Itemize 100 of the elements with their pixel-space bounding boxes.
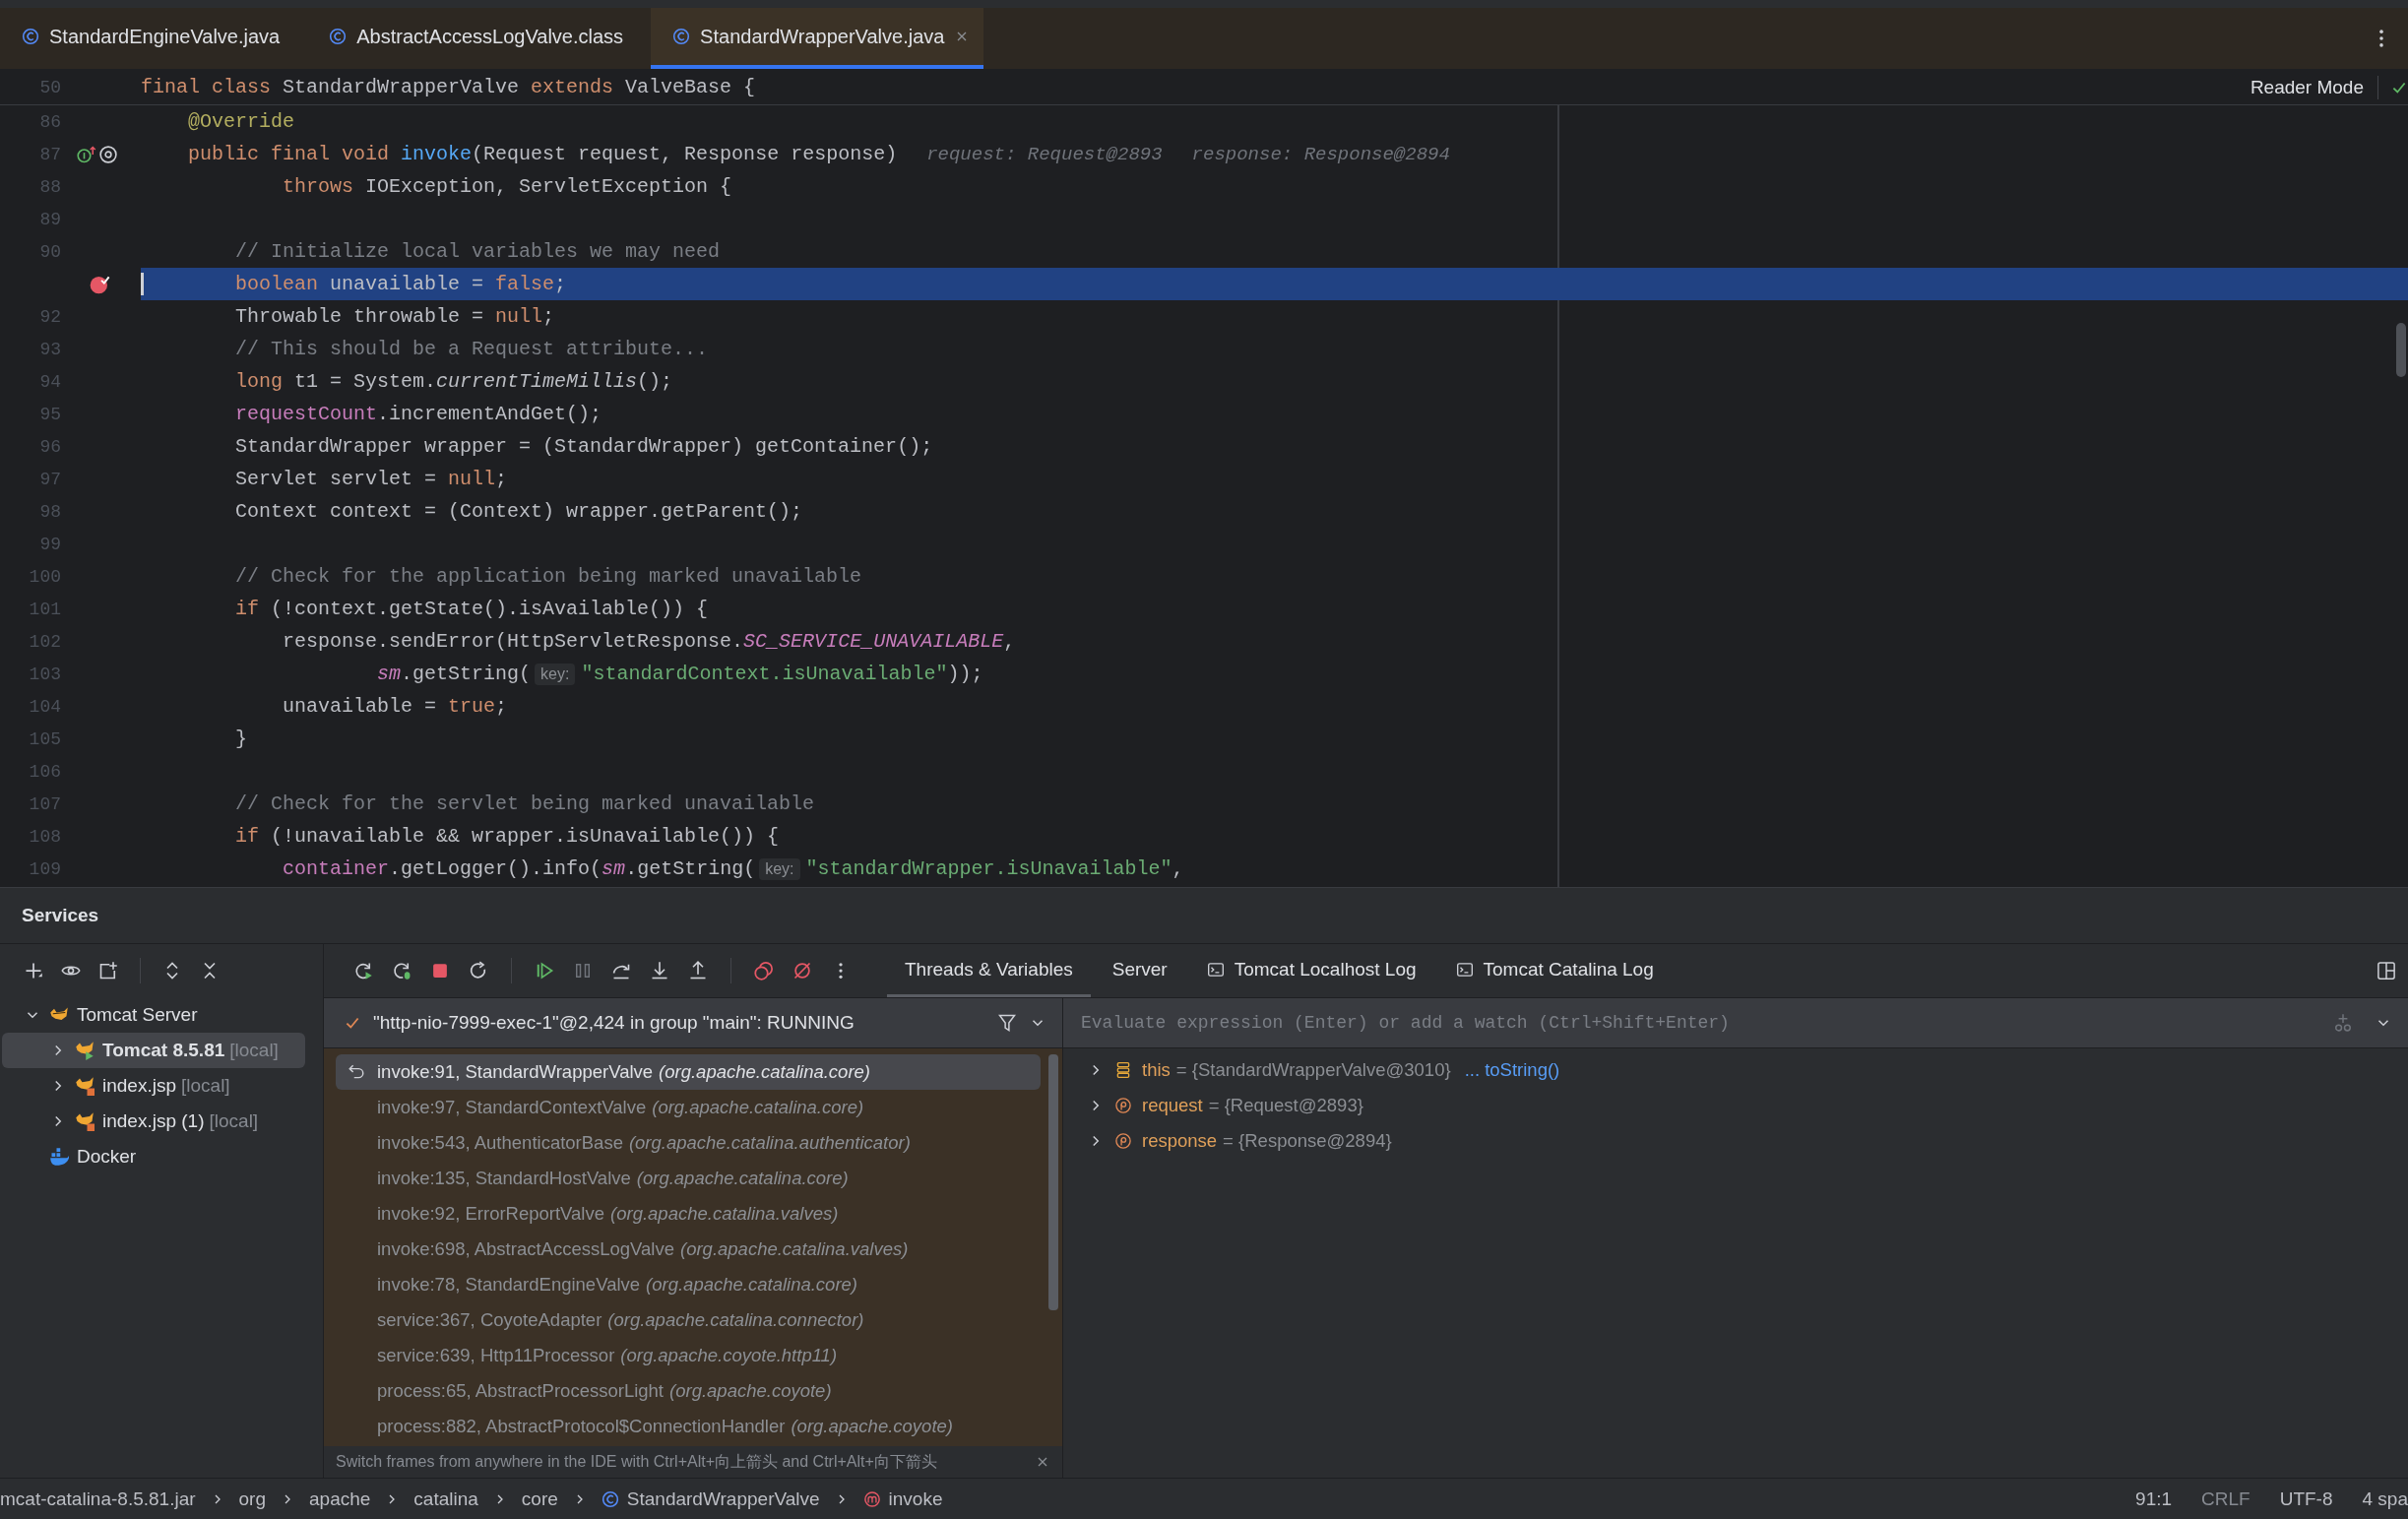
panel-tab[interactable]: Tomcat Localhost Log: [1188, 944, 1434, 997]
breadcrumb[interactable]: mcat-catalina-8.5.81.jar: [0, 1487, 196, 1510]
inlay-hint: response: Response@2894: [1191, 143, 1450, 165]
restart-icon[interactable]: [469, 961, 488, 981]
code-text: if (!unavailable && wrapper.isUnavailable()) {: [235, 825, 780, 848]
breadcrumb[interactable]: core: [521, 1487, 558, 1510]
tree-item[interactable]: Tomcat Server: [2, 997, 305, 1033]
new-tab-icon[interactable]: [98, 961, 118, 981]
stop-icon[interactable]: [430, 961, 450, 981]
method-icon: [862, 1489, 881, 1508]
parameter-hint: key:: [535, 663, 576, 685]
stack-frame[interactable]: service:367, CoyoteAdapter (org.apache.catalina.connector): [336, 1302, 1041, 1338]
scrollbar-thumb[interactable]: [1048, 1054, 1058, 1310]
breadcrumb[interactable]: org: [238, 1487, 266, 1510]
class-icon: [672, 28, 691, 45]
return-arrow-icon: [348, 1063, 365, 1081]
tree-item[interactable]: Docker: [2, 1139, 305, 1174]
editor-tab[interactable]: StandardWrapperValve.java: [651, 8, 984, 69]
code-text: // Initialize local variables we may need: [235, 240, 721, 263]
layout-icon[interactable]: [2376, 961, 2396, 981]
parameter-icon: [1114, 1097, 1132, 1114]
code-text: response.sendError(HttpServletResponse.SC_SERVICE_UNAVAILABLE,: [283, 630, 1016, 653]
variable-name: response: [1142, 1130, 1218, 1152]
evaluate-field[interactable]: Evaluate expression (Enter) or add a watch (Ctrl+Shift+Enter): [1063, 997, 2408, 1048]
tree-item[interactable]: index.jsp [local]: [2, 1068, 305, 1104]
breadcrumb[interactable]: StandardWrapperValve: [601, 1487, 820, 1510]
stack-frame[interactable]: invoke:135, StandardHostValve (org.apache.catalina.core): [336, 1161, 1041, 1196]
expression-field[interactable]: Evaluate expression (Enter) or add a watch (Ctrl+Shift+Enter): [1081, 1013, 2312, 1033]
filter-icon[interactable]: [997, 1013, 1017, 1033]
stack-frame[interactable]: process:65, AbstractProcessorLight (org.apache.coyote): [336, 1373, 1041, 1409]
console-icon: [1206, 960, 1225, 979]
file-encoding[interactable]: UTF-8: [2279, 1487, 2333, 1510]
code-text: Servlet servlet = null;: [235, 468, 508, 490]
pause-icon[interactable]: [573, 961, 593, 981]
hint-text: Switch frames from anywhere in the IDE with Ctrl+Alt+向上箭头 and Ctrl+Alt+向下箭头: [336, 1451, 937, 1472]
stack-frame[interactable]: invoke:97, StandardContextValve (org.apache.catalina.core): [336, 1090, 1041, 1125]
code-text: requestCount.incrementAndGet();: [235, 403, 602, 425]
line-separator[interactable]: CRLF: [2201, 1487, 2250, 1510]
code-text: unavailable = true;: [283, 695, 508, 718]
panel-tab[interactable]: Tomcat Catalina Log: [1437, 944, 1672, 997]
indent-setting[interactable]: 4 spa: [2362, 1487, 2408, 1510]
code-text: @Override: [188, 110, 295, 133]
code-text: final class StandardWrapperValve extends ValveBase {: [141, 76, 756, 98]
breadcrumb[interactable]: invoke: [862, 1487, 943, 1510]
console-icon: [1455, 960, 1474, 979]
parameter-hint: key:: [759, 857, 800, 880]
editor-tab[interactable]: StandardEngineValve.java: [0, 8, 308, 69]
variable-value: = {Response@2894}: [1223, 1130, 1392, 1152]
stack-frame[interactable]: process:882, AbstractProtocol$ConnectionHandler (org.apache.coyote): [336, 1409, 1041, 1444]
cat-icon: [75, 1076, 95, 1096]
reader-mode-link[interactable]: Reader Mode: [2250, 76, 2364, 98]
variable-name: this: [1142, 1059, 1171, 1081]
scrollbar-thumb[interactable]: [2396, 323, 2406, 377]
stack-frame[interactable]: service:639, Http11Processor (org.apache.coyote.http11): [336, 1338, 1041, 1373]
to-string-link[interactable]: ... toString(): [1464, 1059, 1560, 1081]
code-text: // Check for the servlet being marked unavailable: [235, 792, 815, 815]
stack-frame[interactable]: invoke:698, AbstractAccessLogValve (org.apache.catalina.valves): [336, 1232, 1041, 1267]
code-text: Throwable throwable = null;: [235, 305, 555, 328]
code-text: Context context = (Context) wrapper.getParent();: [235, 500, 803, 523]
variable-value: = {Request@2893}: [1208, 1095, 1363, 1116]
step-out-icon[interactable]: [688, 961, 708, 981]
stack-frame[interactable]: invoke:543, AuthenticatorBase (org.apache.catalina.authenticator): [336, 1125, 1041, 1161]
step-into-icon[interactable]: [650, 961, 669, 981]
code-text: "standardContext.isUnavailable"));: [581, 663, 983, 685]
rerun-debug-icon[interactable]: [392, 961, 412, 981]
breadcrumb[interactable]: apache: [309, 1487, 371, 1510]
code-text: sm.getString(: [377, 663, 532, 685]
object-icon: [1114, 1061, 1132, 1079]
stack-frame[interactable]: invoke:91, StandardWrapperValve (org.apache.catalina.core): [336, 1054, 1041, 1090]
parameter-icon: [1114, 1132, 1132, 1150]
resume-icon[interactable]: [535, 961, 554, 981]
code-text: // Check for the application being marked unavailable: [235, 565, 862, 588]
editor-tab[interactable]: AbstractAccessLogValve.class: [307, 8, 652, 69]
tree-item[interactable]: Tomcat 8.5.81 [local]: [2, 1033, 305, 1068]
text-caret: [141, 273, 144, 295]
cursor-position[interactable]: 91:1: [2135, 1487, 2173, 1510]
breadcrumb[interactable]: catalina: [413, 1487, 478, 1510]
code-text: // This should be a Request attribute...: [235, 338, 709, 360]
whale-icon: [49, 1147, 69, 1167]
code-text: "standardWrapper.isUnavailable",: [805, 857, 1184, 880]
code-text: container.getLogger().info(sm.getString(: [283, 857, 756, 880]
mute-breakpoints-icon[interactable]: [792, 961, 812, 981]
add-icon[interactable]: [24, 961, 43, 981]
implements-icon[interactable]: [77, 144, 96, 164]
panel-title: Services: [22, 905, 99, 926]
variable-name: request: [1142, 1095, 1203, 1116]
stack-frame[interactable]: invoke:78, StandardEngineValve (org.apache.catalina.core): [336, 1267, 1041, 1302]
tree-item[interactable]: index.jsp (1) [local]: [2, 1104, 305, 1139]
code-text: StandardWrapper wrapper = (StandardWrapper) getContainer();: [235, 435, 933, 458]
code-text: long t1 = System.currentTimeMillis();: [235, 370, 673, 393]
rerun-icon[interactable]: [353, 961, 373, 981]
cat-run-icon: [75, 1041, 95, 1060]
code-text: throws IOException, ServletException {: [283, 175, 732, 198]
panel-tab[interactable]: Server: [1094, 944, 1185, 997]
class-icon: [329, 28, 348, 45]
breakpoints-icon[interactable]: [754, 961, 774, 981]
code-text: public final void invoke(Request request, Response response): [188, 143, 898, 165]
stack-frame[interactable]: invoke:92, ErrorReportValve (org.apache.catalina.valves): [336, 1196, 1041, 1232]
cat-icon: [75, 1111, 95, 1131]
inlay-hint: request: Request@2893: [926, 143, 1163, 165]
